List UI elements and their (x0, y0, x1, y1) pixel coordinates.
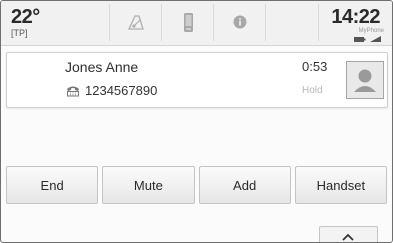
person-silhouette-icon (354, 69, 376, 92)
landline-phone-icon (67, 86, 79, 96)
phone-list-icon (184, 13, 193, 32)
connected-phone-name: MyPhone (358, 28, 384, 34)
caller-phone-number: 1234567890 (85, 83, 158, 98)
infotainment-screen: 22° [TP] 14:22 MyPhone Jones Anne 123456… (0, 0, 393, 243)
active-call-card[interactable]: Jones Anne 1234567890 0:53 Hold (6, 52, 388, 108)
info-button[interactable] (213, 4, 266, 41)
hold-status[interactable]: Hold (302, 85, 323, 96)
status-bar: 22° [TP] 14:22 MyPhone (1, 1, 392, 46)
call-action-bar: End Mute Add Handset (6, 166, 387, 204)
battery-signal-icon (354, 36, 381, 42)
info-icon (233, 15, 247, 29)
phone-list-button[interactable] (161, 4, 214, 41)
handset-button[interactable]: Handset (294, 166, 387, 204)
status-bar-blank-slot (265, 4, 319, 41)
caller-name: Jones Anne (65, 59, 139, 75)
music-note-icon (127, 15, 144, 30)
end-call-button[interactable]: End (6, 166, 99, 204)
traffic-program-indicator: [TP] (11, 28, 28, 38)
audio-source-button[interactable] (109, 4, 162, 41)
chevron-up-icon (342, 233, 354, 241)
add-call-button[interactable]: Add (198, 166, 291, 204)
caller-number-row: 1234567890 (65, 83, 157, 98)
clock: 14:22 (331, 6, 380, 28)
mute-button[interactable]: Mute (102, 166, 195, 204)
collapse-tab[interactable] (319, 226, 378, 242)
temperature: 22° (11, 6, 40, 28)
caller-avatar (346, 61, 384, 99)
call-duration: 0:53 (302, 59, 328, 74)
